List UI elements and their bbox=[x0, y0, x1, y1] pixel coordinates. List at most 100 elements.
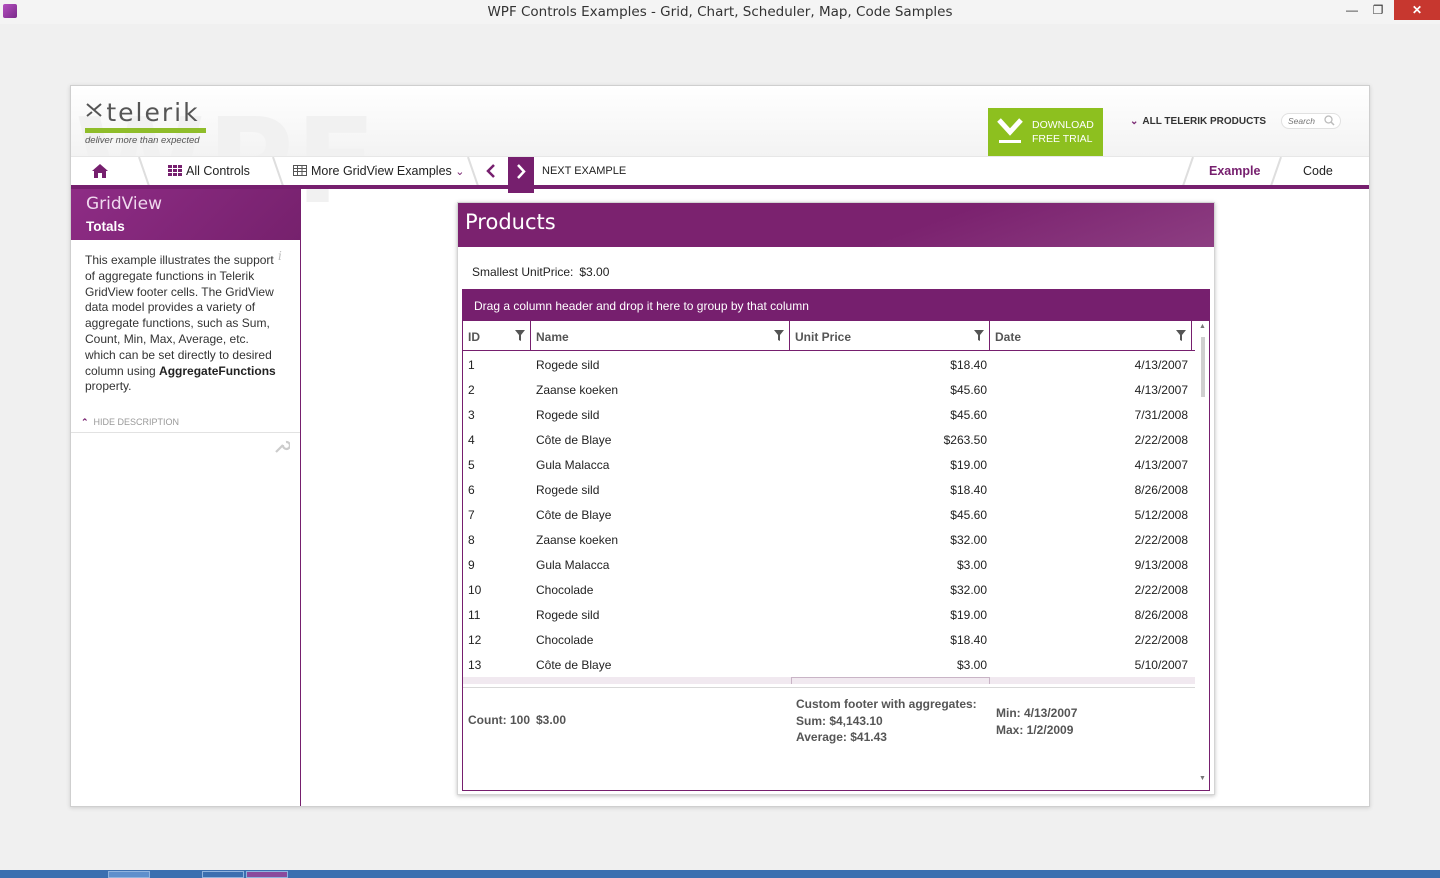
column-header-name[interactable]: Name bbox=[531, 321, 790, 351]
search-icon[interactable] bbox=[1324, 115, 1335, 126]
cell-date[interactable]: 2/22/2008 bbox=[993, 633, 1188, 647]
cell-id[interactable]: 10 bbox=[468, 583, 481, 597]
cell-date[interactable]: 4/13/2007 bbox=[993, 458, 1188, 472]
cell-unit-price[interactable]: $18.40 bbox=[793, 633, 987, 647]
table-row[interactable]: 14 Gula Malacca $9.00 8/26/2008 bbox=[463, 677, 1195, 684]
table-row[interactable]: 2 Zaanse koeken $45.60 4/13/2007 bbox=[463, 377, 1195, 402]
cell-unit-price[interactable]: $32.00 bbox=[793, 583, 987, 597]
cell-date[interactable]: 2/22/2008 bbox=[993, 583, 1188, 597]
hide-description-button[interactable]: ⌃ Hide Description bbox=[81, 417, 179, 428]
column-header-unit-price[interactable]: Unit Price bbox=[790, 321, 990, 351]
column-header-id[interactable]: ID bbox=[463, 321, 531, 351]
taskbar-button[interactable] bbox=[202, 871, 244, 878]
minimize-button[interactable]: — bbox=[1342, 0, 1362, 20]
table-row[interactable]: 5 Gula Malacca $19.00 4/13/2007 bbox=[463, 452, 1195, 477]
cell-unit-price[interactable]: $45.60 bbox=[793, 508, 987, 522]
cell-unit-price[interactable]: $19.00 bbox=[793, 608, 987, 622]
filter-icon[interactable] bbox=[515, 330, 525, 341]
table-row[interactable]: 7 Côte de Blaye $45.60 5/12/2008 bbox=[463, 502, 1195, 527]
group-panel[interactable]: Drag a column header and drop it here to… bbox=[463, 289, 1209, 321]
taskbar-button[interactable] bbox=[108, 871, 150, 878]
cell-date[interactable]: 2/22/2008 bbox=[993, 433, 1188, 447]
cell-unit-price[interactable]: $263.50 bbox=[793, 433, 987, 447]
cell-name[interactable]: Chocolade bbox=[536, 583, 593, 597]
cell-date[interactable]: 7/31/2008 bbox=[993, 408, 1188, 422]
table-row[interactable]: 11 Rogede sild $19.00 8/26/2008 bbox=[463, 602, 1195, 627]
scroll-down-icon[interactable]: ▼ bbox=[1199, 775, 1206, 782]
table-row[interactable]: 8 Zaanse koeken $32.00 2/22/2008 bbox=[463, 527, 1195, 552]
cell-id[interactable]: 1 bbox=[468, 358, 475, 372]
table-row[interactable]: 1 Rogede sild $18.40 4/13/2007 bbox=[463, 352, 1195, 377]
cell-name[interactable]: Gula Malacca bbox=[536, 558, 609, 572]
more-examples-dropdown[interactable]: More GridView Examples ⌄ bbox=[293, 164, 465, 178]
filter-icon[interactable] bbox=[974, 330, 984, 341]
home-icon[interactable] bbox=[91, 163, 109, 179]
cell-id[interactable]: 7 bbox=[468, 508, 475, 522]
cell-id[interactable]: 13 bbox=[468, 658, 481, 672]
cell-unit-price[interactable]: $45.60 bbox=[793, 408, 987, 422]
cell-date[interactable]: 5/10/2007 bbox=[993, 658, 1188, 672]
cell-id[interactable]: 8 bbox=[468, 533, 475, 547]
cell-name[interactable]: Zaanse koeken bbox=[536, 533, 618, 547]
telerik-logo[interactable]: telerik deliver more than expected bbox=[85, 98, 206, 146]
vertical-scrollbar[interactable]: ▲ ▼ bbox=[1198, 321, 1209, 789]
cell-id[interactable]: 6 bbox=[468, 483, 475, 497]
cell-id[interactable]: 5 bbox=[468, 458, 475, 472]
close-button[interactable]: ✕ bbox=[1394, 0, 1440, 20]
cell-date[interactable]: 4/13/2007 bbox=[993, 383, 1188, 397]
cell-id[interactable]: 4 bbox=[468, 433, 475, 447]
cell-unit-price[interactable]: $18.40 bbox=[793, 358, 987, 372]
filter-icon[interactable] bbox=[1176, 330, 1186, 341]
cell-date[interactable]: 4/13/2007 bbox=[993, 358, 1188, 372]
table-row[interactable]: 10 Chocolade $32.00 2/22/2008 bbox=[463, 577, 1195, 602]
search-box[interactable] bbox=[1281, 113, 1341, 129]
cell-name[interactable]: Rogede sild bbox=[536, 408, 599, 422]
cell-unit-price[interactable]: $3.00 bbox=[793, 558, 987, 572]
table-row[interactable]: 13 Côte de Blaye $3.00 5/10/2007 bbox=[463, 652, 1195, 677]
cell-name[interactable]: Côte de Blaye bbox=[536, 658, 611, 672]
table-row[interactable]: 12 Chocolade $18.40 2/22/2008 bbox=[463, 627, 1195, 652]
cell-date[interactable]: 2/22/2008 bbox=[993, 533, 1188, 547]
taskbar-button[interactable] bbox=[246, 871, 288, 878]
table-row[interactable]: 9 Gula Malacca $3.00 9/13/2008 bbox=[463, 552, 1195, 577]
scroll-up-icon[interactable]: ▲ bbox=[1199, 323, 1206, 330]
cell-unit-price[interactable]: $19.00 bbox=[793, 458, 987, 472]
cell-id[interactable]: 3 bbox=[468, 408, 475, 422]
tab-example[interactable]: Example bbox=[1209, 164, 1260, 178]
column-header-date[interactable]: Date bbox=[990, 321, 1192, 351]
table-row[interactable]: 4 Côte de Blaye $263.50 2/22/2008 bbox=[463, 427, 1195, 452]
all-controls-link[interactable]: All Controls bbox=[168, 164, 250, 178]
cell-name[interactable]: Chocolade bbox=[536, 633, 593, 647]
cell-unit-price[interactable]: $9.00 bbox=[793, 683, 987, 684]
wrench-icon[interactable] bbox=[274, 438, 290, 454]
cell-date[interactable]: 9/13/2008 bbox=[993, 558, 1188, 572]
search-input[interactable] bbox=[1288, 115, 1324, 127]
cell-date[interactable]: 8/26/2008 bbox=[993, 683, 1188, 684]
cell-name[interactable]: Zaanse koeken bbox=[536, 383, 618, 397]
cell-date[interactable]: 5/12/2008 bbox=[993, 508, 1188, 522]
cell-name[interactable]: Rogede sild bbox=[536, 358, 599, 372]
cell-name[interactable]: Rogede sild bbox=[536, 608, 599, 622]
table-row[interactable]: 6 Rogede sild $18.40 8/26/2008 bbox=[463, 477, 1195, 502]
filter-icon[interactable] bbox=[774, 330, 784, 341]
cell-unit-price[interactable]: $18.40 bbox=[793, 483, 987, 497]
cell-name[interactable]: Côte de Blaye bbox=[536, 433, 611, 447]
download-trial-button[interactable]: Download Free Trial bbox=[988, 108, 1103, 156]
scroll-thumb[interactable] bbox=[1201, 337, 1205, 397]
cell-id[interactable]: 11 bbox=[468, 608, 480, 622]
cell-name[interactable]: Côte de Blaye bbox=[536, 508, 611, 522]
cell-name[interactable]: Gula Malacca bbox=[536, 458, 609, 472]
maximize-button[interactable]: ❐ bbox=[1368, 0, 1388, 20]
cell-name[interactable]: Rogede sild bbox=[536, 483, 599, 497]
cell-unit-price[interactable]: $45.60 bbox=[793, 383, 987, 397]
cell-id[interactable]: 2 bbox=[468, 383, 475, 397]
cell-id[interactable]: 12 bbox=[468, 633, 481, 647]
cell-date[interactable]: 8/26/2008 bbox=[993, 483, 1188, 497]
next-example-label[interactable]: Next Example bbox=[542, 165, 626, 177]
previous-example-icon[interactable] bbox=[483, 163, 499, 179]
all-products-menu[interactable]: ⌄ All Telerik Products bbox=[1130, 116, 1266, 127]
cell-id[interactable]: 9 bbox=[468, 558, 475, 572]
cell-id[interactable]: 14 bbox=[468, 683, 481, 684]
tab-code[interactable]: Code bbox=[1303, 164, 1333, 178]
cell-date[interactable]: 8/26/2008 bbox=[993, 608, 1188, 622]
